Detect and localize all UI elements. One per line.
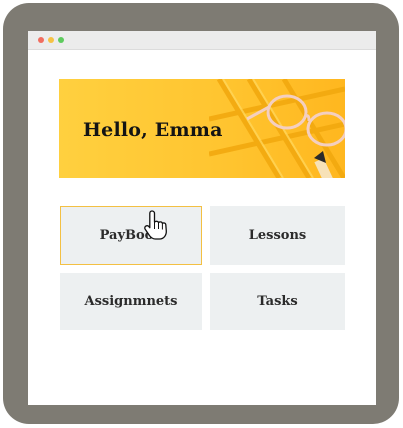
welcome-banner: Hello, Emma <box>59 79 345 178</box>
app-window: Hello, Emma PayBook Lessons Assignmnets … <box>28 31 376 405</box>
hand-pointer-icon <box>144 210 167 240</box>
maximize-dot-icon[interactable] <box>58 37 64 43</box>
assignments-card[interactable]: Assignmnets <box>60 273 202 330</box>
glasses-illustration-icon <box>209 79 345 178</box>
tasks-card[interactable]: Tasks <box>210 273 345 330</box>
greeting-text: Hello, Emma <box>83 119 223 141</box>
close-dot-icon[interactable] <box>38 37 44 43</box>
tasks-label: Tasks <box>257 294 298 309</box>
assignments-label: Assignmnets <box>84 294 178 309</box>
lessons-card[interactable]: Lessons <box>210 206 345 265</box>
lessons-label: Lessons <box>248 228 307 243</box>
minimize-dot-icon[interactable] <box>48 37 54 43</box>
paybook-card[interactable]: PayBook <box>60 206 202 265</box>
window-titlebar <box>28 31 376 50</box>
